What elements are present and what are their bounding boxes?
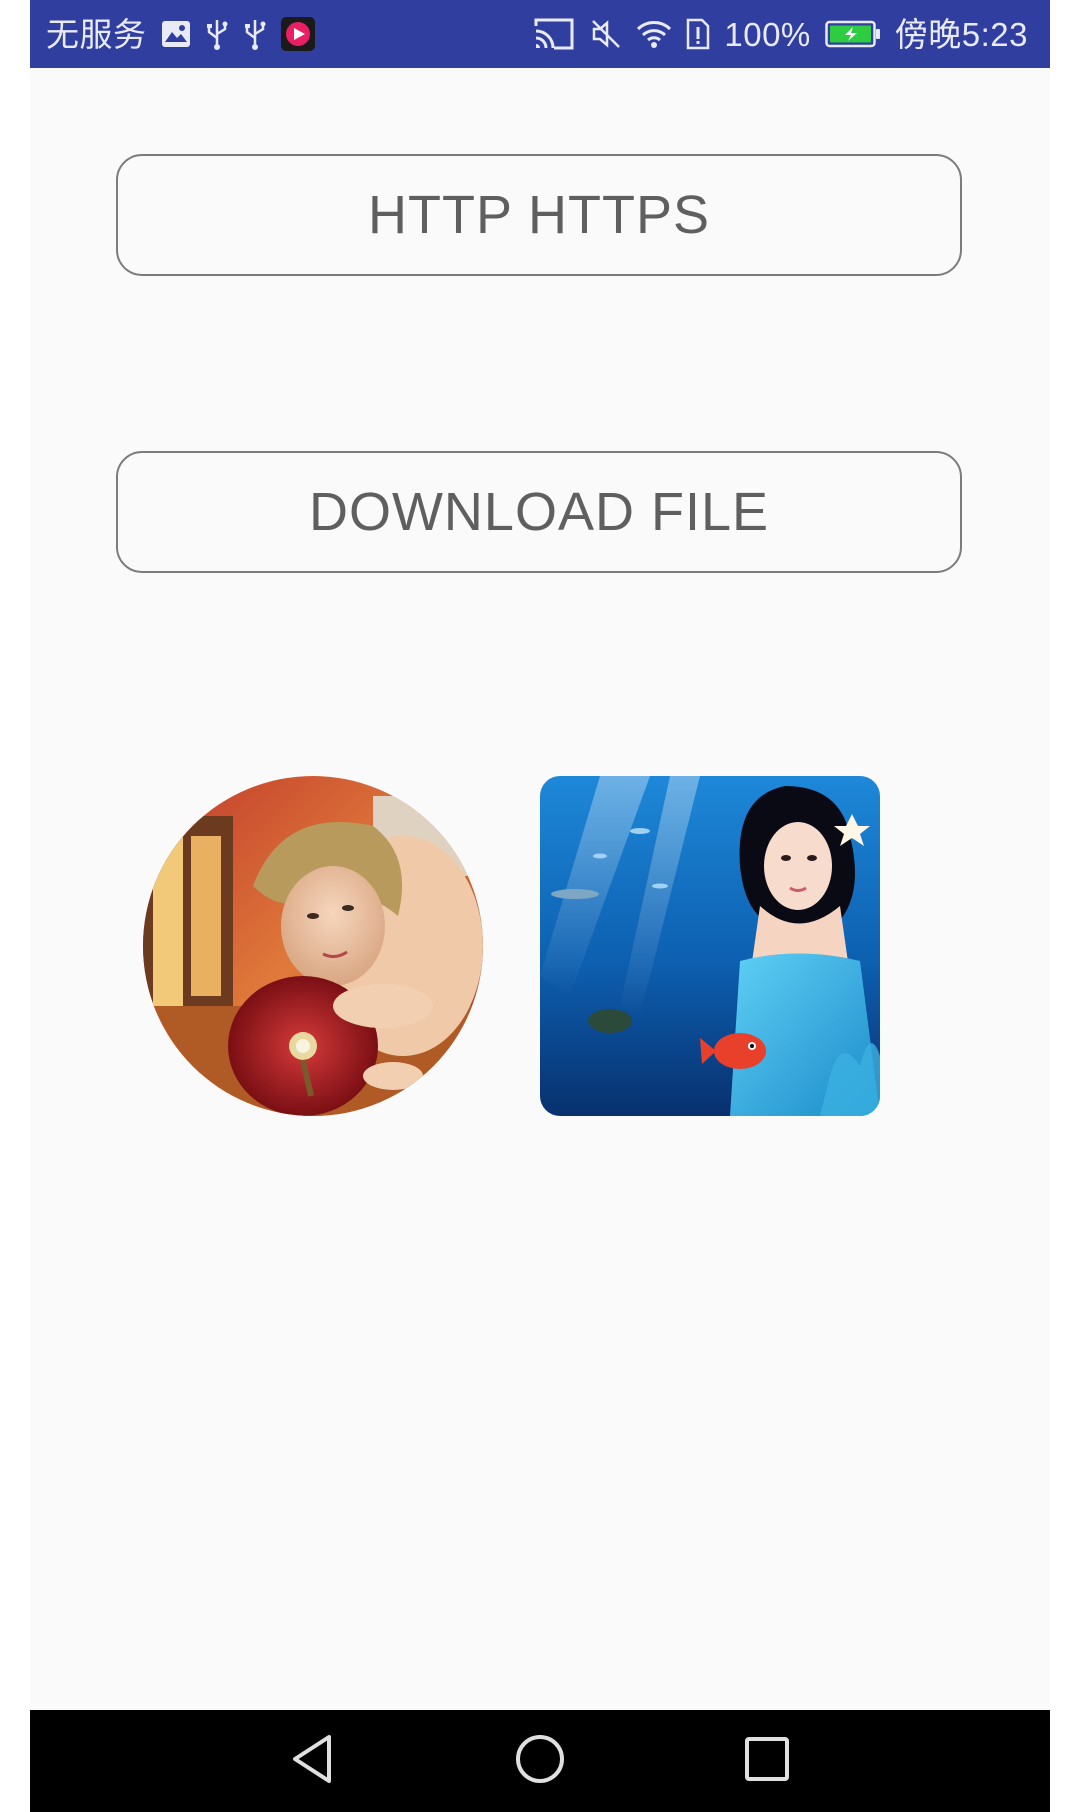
download-file-button[interactable]: DOWNLOAD FILE <box>116 451 962 573</box>
cast-icon <box>532 16 576 52</box>
usb-icon <box>205 18 229 50</box>
status-bar: 无服务 100% 傍晚5:23 <box>30 0 1050 68</box>
home-icon <box>514 1733 566 1790</box>
battery-percent: 100% <box>724 15 811 53</box>
navigation-bar <box>30 1710 1050 1812</box>
media-app-icon <box>280 17 315 51</box>
http-https-button[interactable]: HTTP HTTPS <box>116 154 962 276</box>
back-icon <box>289 1733 337 1790</box>
rounded-mermaid-image <box>540 776 880 1116</box>
sim-alert-icon <box>686 18 710 50</box>
circular-portrait-image <box>143 776 483 1116</box>
battery-charging-icon <box>825 20 881 48</box>
mute-icon <box>590 18 622 50</box>
recents-button[interactable] <box>707 1710 827 1812</box>
app-screen: 无服务 100% 傍晚5:23 HTTP HTTPS DOWNLOAD FILE <box>30 0 1050 1812</box>
status-bar-left: 无服务 <box>46 17 315 51</box>
recents-icon <box>744 1736 790 1787</box>
wifi-icon <box>636 19 672 49</box>
usb-icon <box>243 18 267 50</box>
clock: 傍晚5:23 <box>894 15 1028 53</box>
carrier-label: 无服务 <box>46 15 147 53</box>
home-button[interactable] <box>480 1710 600 1812</box>
gallery-icon <box>161 20 191 48</box>
status-bar-right: 100% 傍晚5:23 <box>532 16 1028 52</box>
back-button[interactable] <box>253 1710 373 1812</box>
